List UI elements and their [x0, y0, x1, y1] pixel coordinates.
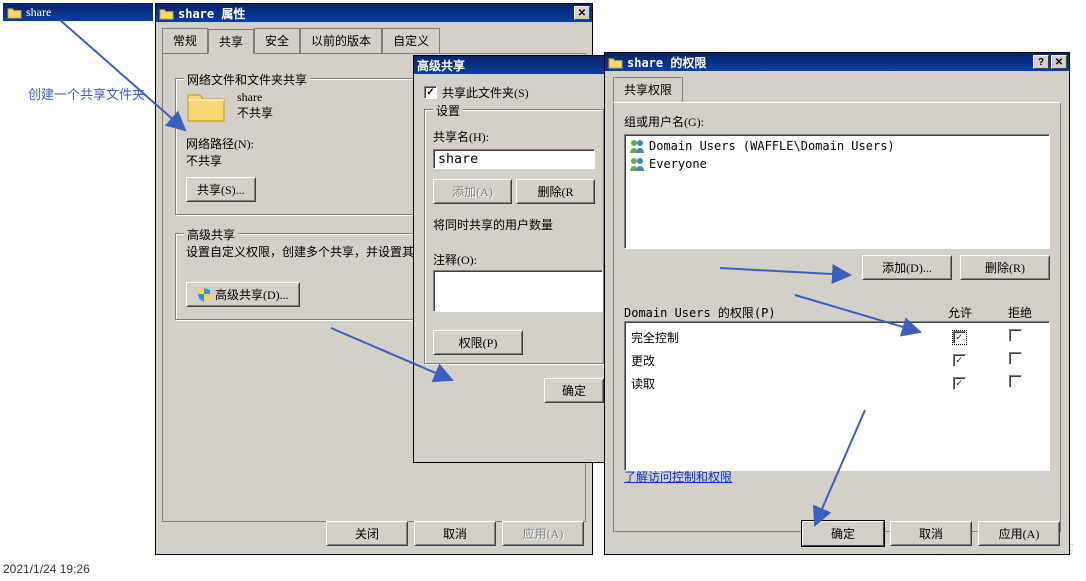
permissions-window: share 的权限 ? ✕ 共享权限 组或用户名(G): Domain User… — [604, 52, 1070, 555]
advanced-sharing-title: 高级共享 — [417, 57, 465, 74]
comment-label: 注释(O): — [433, 251, 595, 268]
tab-sharing[interactable]: 共享 — [208, 29, 254, 54]
advanced-sharing-window: 高级共享 ✓ 共享此文件夹(S) 设置 共享名(H): 添加(A) 删除(R 将… — [413, 55, 615, 463]
learn-more-link[interactable]: 了解访问控制和权限 — [624, 468, 732, 485]
allow-checkbox[interactable]: ✓ — [953, 377, 966, 390]
perm-apply-button[interactable]: 应用(A) — [978, 521, 1060, 546]
permissions-title: share 的权限 — [627, 54, 706, 71]
permissions-button[interactable]: 权限(P) — [433, 330, 523, 355]
group-label: 组或用户名(G): — [624, 113, 1050, 130]
tab-security[interactable]: 安全 — [254, 28, 300, 53]
properties-title: share 属性 — [178, 5, 245, 22]
advanced-share-legend: 高级共享 — [184, 226, 238, 243]
add-share-button[interactable]: 添加(A) — [433, 179, 512, 204]
tab-custom[interactable]: 自定义 — [382, 28, 440, 53]
share-button[interactable]: 共享(S)... — [186, 177, 256, 202]
perm-name: 完全控制 — [631, 329, 931, 346]
share-folder-name: share — [237, 90, 262, 104]
tab-previous[interactable]: 以前的版本 — [300, 28, 382, 53]
explorer-titlebar: share — [3, 3, 153, 21]
apply-button[interactable]: 应用(A) — [502, 521, 584, 546]
close-icon[interactable]: ✕ — [1051, 55, 1067, 69]
perm-name: 读取 — [631, 375, 931, 392]
settings-legend: 设置 — [433, 102, 463, 119]
col-allow: 允许 — [930, 304, 990, 321]
share-folder-checkbox[interactable]: ✓ — [424, 86, 437, 99]
folder-icon — [608, 56, 623, 69]
help-icon[interactable]: ? — [1033, 55, 1049, 69]
properties-titlebar[interactable]: share 属性 ✕ — [156, 4, 592, 22]
col-deny: 拒绝 — [990, 304, 1050, 321]
permissions-titlebar[interactable]: share 的权限 ? ✕ — [605, 53, 1069, 71]
share-name-label: 共享名(H): — [433, 128, 595, 145]
tab-share-permissions[interactable]: 共享权限 — [613, 77, 683, 102]
advanced-share-button[interactable]: 高级共享(D)... — [186, 282, 300, 307]
remove-share-button[interactable]: 删除(R — [516, 179, 595, 204]
list-item[interactable]: Domain Users (WAFFLE\Domain Users) — [627, 137, 1047, 155]
perm-name: 更改 — [631, 352, 931, 369]
deny-checkbox[interactable] — [1009, 375, 1022, 388]
allow-checkbox[interactable]: ✓ — [953, 331, 966, 344]
advanced-sharing-body: ✓ 共享此文件夹(S) 设置 共享名(H): 添加(A) 删除(R 将同时共享的… — [414, 74, 614, 413]
adv-ok-button[interactable]: 确定 — [544, 378, 604, 403]
deny-checkbox[interactable] — [1009, 352, 1022, 365]
perm-for-label: Domain Users 的权限(P) — [624, 304, 930, 321]
settings-group: 设置 共享名(H): 添加(A) 删除(R 将同时共享的用户数量 注释(O): … — [424, 109, 604, 364]
advanced-sharing-titlebar[interactable]: 高级共享 — [414, 56, 614, 74]
perm-ok-button[interactable]: 确定 — [802, 521, 884, 546]
share-name-input[interactable] — [433, 149, 595, 169]
folder-large-icon — [186, 89, 226, 125]
perm-row: 完全控制 ✓ — [627, 326, 1047, 349]
advanced-share-button-label: 高级共享(D)... — [215, 286, 289, 303]
close-icon[interactable]: ✕ — [574, 6, 590, 20]
annotation-create-share: 创建一个共享文件夹 — [28, 84, 145, 103]
share-folder-checkbox-label: 共享此文件夹(S) — [442, 84, 529, 101]
allow-checkbox[interactable]: ✓ — [953, 354, 966, 367]
network-share-legend: 网络文件和文件夹共享 — [184, 71, 310, 88]
tab-general[interactable]: 常规 — [162, 28, 208, 53]
add-user-button[interactable]: 添加(D)... — [862, 255, 952, 280]
explorer-title: share — [26, 5, 51, 20]
folder-icon — [159, 7, 174, 20]
perm-row: 读取 ✓ — [627, 372, 1047, 395]
perm-cancel-button[interactable]: 取消 — [890, 521, 972, 546]
close-button[interactable]: 关闭 — [326, 521, 408, 546]
remove-user-button[interactable]: 删除(R) — [960, 255, 1050, 280]
permissions-body: 组或用户名(G): Domain Users (WAFFLE\Domain Us… — [613, 102, 1061, 532]
properties-buttons: 关闭 取消 应用(A) — [326, 521, 584, 546]
group-icon — [629, 156, 645, 172]
list-item[interactable]: Everyone — [627, 155, 1047, 173]
properties-tabs: 常规 共享 安全 以前的版本 自定义 — [162, 28, 586, 54]
permissions-buttons: 确定 取消 应用(A) — [802, 521, 1060, 546]
permissions-tabs: 共享权限 — [613, 77, 1061, 102]
user-label: Everyone — [649, 157, 707, 171]
comment-textarea[interactable] — [433, 270, 603, 312]
timestamp: 2021/1/24 19:26 — [3, 562, 90, 576]
perm-row: 更改 ✓ — [627, 349, 1047, 372]
users-listbox[interactable]: Domain Users (WAFFLE\Domain Users) Every… — [624, 134, 1050, 249]
group-icon — [629, 138, 645, 154]
cancel-button[interactable]: 取消 — [414, 521, 496, 546]
deny-checkbox[interactable] — [1009, 329, 1022, 342]
folder-icon — [7, 6, 22, 19]
user-limit-label: 将同时共享的用户数量 — [433, 216, 595, 233]
permissions-grid: 完全控制 ✓ 更改 ✓ 读取 ✓ — [624, 321, 1050, 471]
share-status: 不共享 — [237, 106, 273, 120]
shield-icon — [197, 288, 211, 302]
user-label: Domain Users (WAFFLE\Domain Users) — [649, 139, 895, 153]
